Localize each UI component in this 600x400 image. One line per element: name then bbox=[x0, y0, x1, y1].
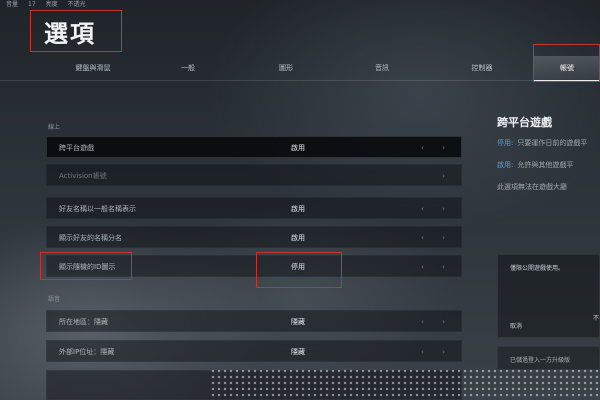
status-brightness-label: 亮度 bbox=[45, 1, 58, 8]
arrow-icons: ‹ › bbox=[421, 234, 453, 242]
info-text: 僅限公開遊戲使用。 bbox=[510, 265, 565, 272]
info-cancel-text[interactable]: 取消 bbox=[510, 321, 522, 330]
dot-pattern-overlay bbox=[210, 368, 600, 400]
arrow-icons: ‹ › bbox=[421, 318, 453, 326]
status-opacity-label: 不透光 bbox=[67, 1, 86, 8]
side-info-box: 僅限公開遊戲使用。 取消 不 bbox=[497, 254, 600, 338]
setting-row-crossplay[interactable]: 跨平台遊戲 啟用 ‹ › bbox=[46, 136, 462, 158]
arrow-icons: ‹ › bbox=[421, 144, 453, 152]
setting-value: 啟用 bbox=[291, 144, 305, 152]
arrow-icons: ‹ › bbox=[421, 205, 453, 213]
arrow-icons: ‹ › bbox=[421, 348, 453, 356]
tab-account[interactable]: 帳號 bbox=[534, 56, 600, 82]
setting-value: 停用 bbox=[291, 263, 305, 271]
setting-row-friend-names[interactable]: 好友名稱以一般名稱表示 啟用 ‹ › bbox=[46, 197, 462, 219]
setting-row-activision-account[interactable]: Activision帳號 › bbox=[46, 164, 462, 186]
setting-label: 顯示隨機的ID圖示 bbox=[59, 263, 116, 271]
page-title: 選項 bbox=[44, 20, 96, 48]
setting-row-external-ip[interactable]: 外部IP位址：隱藏 隱藏 ‹ › bbox=[46, 340, 462, 362]
setting-label: 所在地區：隱藏 bbox=[59, 318, 108, 326]
setting-label: 外部IP位址：隱藏 bbox=[59, 348, 115, 356]
setting-row-region[interactable]: 所在地區：隱藏 隱藏 ‹ › bbox=[46, 310, 462, 332]
setting-value: 啟用 bbox=[291, 205, 305, 213]
setting-label: 跨平台遊戲 bbox=[59, 144, 94, 152]
side-info-box-2: 已儲過登入一方升級版 bbox=[497, 346, 600, 370]
tab-graphics[interactable]: 圖形 bbox=[246, 56, 326, 80]
setting-value: 啟用 bbox=[291, 234, 305, 242]
side-panel-line: 此選項無法在遊戲大廳 bbox=[497, 183, 567, 191]
tab-general[interactable]: 一般 bbox=[148, 56, 228, 80]
section-online-label: 線上 bbox=[48, 124, 61, 131]
side-panel-title: 跨平台遊戲 bbox=[497, 116, 552, 129]
setting-row-random-id[interactable]: 顯示隨機的ID圖示 停用 ‹ › bbox=[46, 255, 462, 277]
setting-label: Activision帳號 bbox=[59, 172, 107, 180]
setting-label: 好友名稱以一般名稱表示 bbox=[59, 205, 136, 213]
status-volume-label: 音量 bbox=[6, 1, 19, 8]
side-panel-line: 啟用: 允許與其他遊戲平 bbox=[497, 161, 574, 169]
status-volume-value: 17 bbox=[28, 1, 36, 8]
tab-audio[interactable]: 音訊 bbox=[342, 56, 422, 80]
keyword: 啟用: bbox=[497, 161, 514, 169]
info-text: 已儲過登入一方升級版 bbox=[510, 357, 571, 364]
tab-controller[interactable]: 控制器 bbox=[442, 56, 522, 80]
top-status-bar: 音量 17 亮度 不透光 bbox=[0, 0, 600, 10]
section-voice-label: 語音 bbox=[48, 296, 61, 303]
info-trailing-text: 不 bbox=[592, 315, 599, 322]
setting-row-friend-display-names[interactable]: 顯示好友的名稱分名 啟用 ‹ › bbox=[46, 226, 462, 248]
arrow-icons: ‹ › bbox=[421, 263, 453, 271]
setting-value: 隱藏 bbox=[291, 348, 305, 356]
tab-keyboard-mouse[interactable]: 鍵盤與滑鼠 bbox=[48, 56, 138, 80]
tab-bar: 鍵盤與滑鼠 一般 圖形 音訊 控制器 帳號 bbox=[0, 56, 600, 82]
side-panel-line: 停用: 只要運作日前的遊戲平 bbox=[497, 139, 588, 147]
setting-label: 顯示好友的名稱分名 bbox=[59, 234, 122, 242]
chevron-right-icon: › bbox=[442, 172, 453, 180]
keyword: 停用: bbox=[497, 139, 514, 147]
setting-value: 隱藏 bbox=[291, 318, 305, 326]
